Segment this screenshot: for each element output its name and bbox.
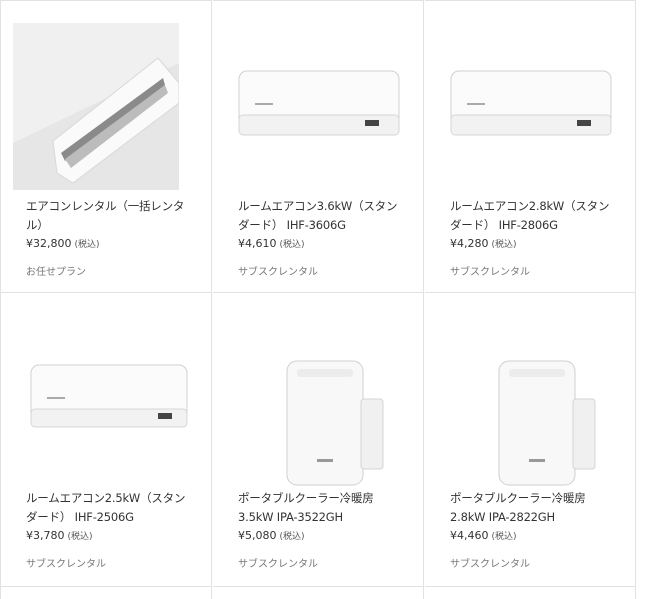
product-card[interactable] [213, 587, 424, 599]
product-title[interactable]: ポータブルクーラー冷暖房 3.5kW IPA-3522GH [238, 489, 408, 527]
product-image[interactable] [437, 23, 624, 190]
price-value: ¥4,460 [450, 529, 489, 542]
tax-label: (税込) [491, 532, 517, 542]
mounted-aircon-photo-icon [13, 23, 179, 190]
product-price: ¥3,780 (税込) [26, 529, 93, 542]
price-value: ¥32,800 [26, 237, 72, 250]
product-card[interactable]: ルームエアコン3.6kW（スタンダード） IHF-3606G ¥4,610 (税込… [213, 0, 424, 293]
product-card[interactable] [1, 587, 212, 599]
price-value: ¥3,780 [26, 529, 65, 542]
plan-label: サブスクレンタル [450, 267, 530, 278]
product-grid: エアコンレンタル（一括レンタル） ¥32,800 (税込) お任せプラン ルームエ… [0, 0, 651, 599]
product-price: ¥4,610 (税込) [238, 237, 305, 250]
tax-label: (税込) [67, 532, 93, 542]
portable-cooler-icon [498, 360, 596, 486]
wall-aircon-icon [238, 70, 400, 136]
tax-label: (税込) [279, 240, 305, 250]
product-image[interactable] [13, 23, 200, 190]
price-value: ¥4,610 [238, 237, 277, 250]
product-title[interactable]: ポータブルクーラー冷暖房 2.8kW IPA-2822GH [450, 489, 620, 527]
plan-label: サブスクレンタル [238, 559, 318, 570]
plan-label: お任せプラン [26, 267, 86, 278]
tax-label: (税込) [74, 240, 100, 250]
wall-aircon-icon [450, 70, 612, 136]
product-card[interactable]: ポータブルクーラー冷暖房 3.5kW IPA-3522GH ¥5,080 (税込)… [213, 293, 424, 587]
product-title[interactable]: ルームエアコン2.5kW（スタンダード） IHF-2506G [26, 489, 196, 527]
price-value: ¥4,280 [450, 237, 489, 250]
product-card[interactable]: ルームエアコン2.5kW（スタンダード） IHF-2506G ¥3,780 (税込… [1, 293, 212, 587]
product-card[interactable]: ルームエアコン2.8kW（スタンダード） IHF-2806G ¥4,280 (税込… [425, 0, 636, 293]
product-image[interactable] [13, 331, 200, 498]
tax-label: (税込) [491, 240, 517, 250]
product-title[interactable]: ルームエアコン2.8kW（スタンダード） IHF-2806G [450, 197, 620, 235]
plan-label: サブスクレンタル [238, 267, 318, 278]
plan-label: サブスクレンタル [26, 559, 106, 570]
product-card[interactable] [425, 587, 636, 599]
product-card[interactable]: エアコンレンタル（一括レンタル） ¥32,800 (税込) お任せプラン [1, 0, 212, 293]
plan-label: サブスクレンタル [450, 559, 530, 570]
product-image[interactable] [225, 23, 412, 190]
product-image[interactable] [437, 331, 624, 498]
product-price: ¥4,460 (税込) [450, 529, 517, 542]
product-card[interactable]: ポータブルクーラー冷暖房 2.8kW IPA-2822GH ¥4,460 (税込)… [425, 293, 636, 587]
portable-cooler-icon [286, 360, 384, 486]
price-value: ¥5,080 [238, 529, 277, 542]
product-price: ¥32,800 (税込) [26, 237, 100, 250]
product-title[interactable]: エアコンレンタル（一括レンタル） [26, 197, 196, 235]
product-price: ¥5,080 (税込) [238, 529, 305, 542]
product-price: ¥4,280 (税込) [450, 237, 517, 250]
product-image[interactable] [225, 331, 412, 498]
tax-label: (税込) [279, 532, 305, 542]
wall-aircon-icon [30, 364, 188, 428]
product-title[interactable]: ルームエアコン3.6kW（スタンダード） IHF-3606G [238, 197, 408, 235]
